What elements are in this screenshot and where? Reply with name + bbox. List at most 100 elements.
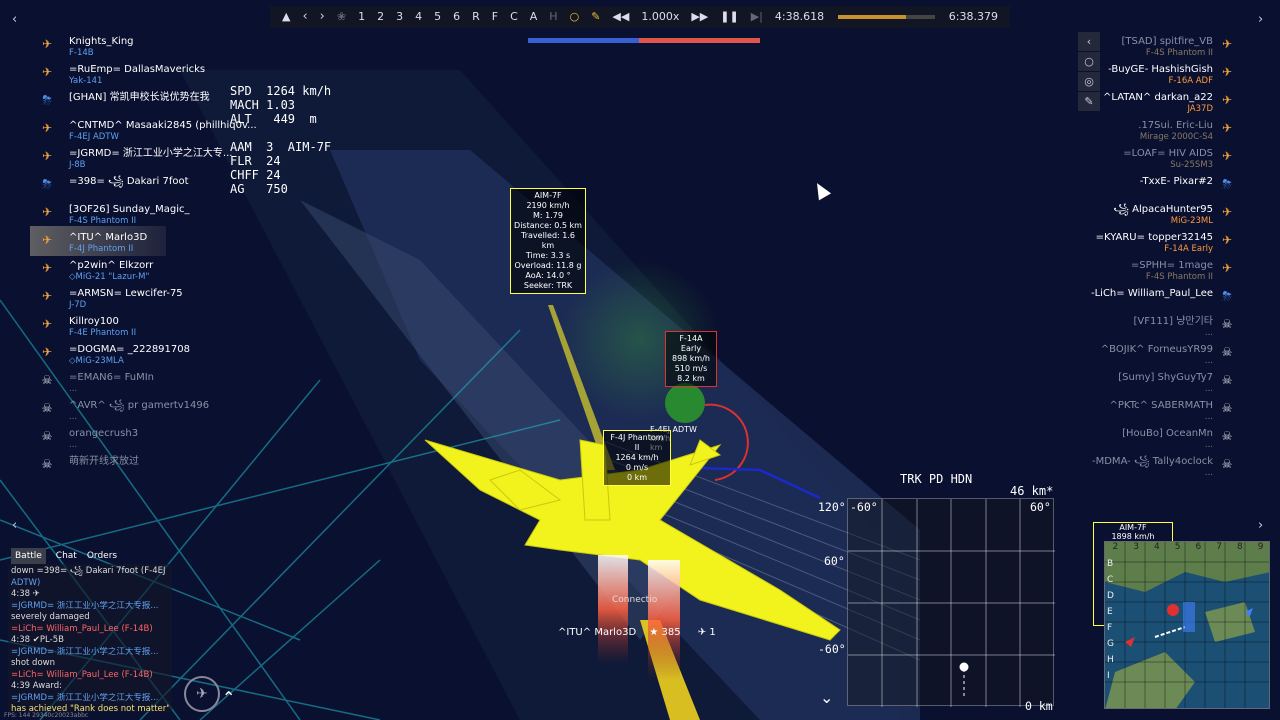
aircraft-icon: ✈: [1221, 261, 1233, 275]
crosshair-icon[interactable]: ✎: [585, 6, 606, 28]
player-row[interactable]: ☠ [VF111] 냥만기타...: [1080, 314, 1235, 342]
player-name: .17Sui. Eric-Liu: [1138, 120, 1213, 131]
player-row[interactable]: ☠ ^BOJIK^ ForneusYR99...: [1080, 342, 1235, 370]
spectated-player-name: ^ITU^ Marlo3D: [558, 627, 637, 638]
player-row[interactable]: ✈ =DOGMA= _222891708 ◇MiG-23MLA: [40, 342, 230, 370]
chat-log[interactable]: down =398= ꧁ Dakari 7foot (F-4EJ ADTW) 4:3…: [8, 564, 172, 712]
collapse-left-arrow-icon[interactable]: ‹: [12, 12, 17, 27]
player-row[interactable]: ✈ Killroy100 F-4E Phantom II: [40, 314, 230, 342]
marker-icon[interactable]: ○: [1078, 52, 1100, 71]
total-time: 6:38.379: [948, 10, 998, 23]
radar-range: 46 km*: [1010, 484, 1054, 498]
player-row[interactable]: ✈ ^CNTMD^ Masaaki2845 (phillhiq0v... F-4EJ…: [40, 118, 257, 146]
player-row[interactable]: ✈ ^ITU^ Marlo3D F-4J Phantom II: [40, 230, 230, 258]
camera-slot-3[interactable]: 3: [390, 6, 409, 28]
collapse-right-arrow-icon[interactable]: ›: [1258, 12, 1263, 27]
aircraft-view-icon[interactable]: ✈: [184, 676, 220, 712]
replay-timeline[interactable]: [838, 15, 935, 19]
player-row[interactable]: ⛈ -LiCh= William_Paul_Lee: [1080, 286, 1235, 314]
player-row[interactable]: ✈ =RuEmp= DallasMavericks Yak-141: [40, 62, 230, 90]
tag-line: 0 m/s: [625, 463, 649, 472]
player-name: [Sumy] ShyGuyTy7: [1118, 372, 1213, 383]
player-row[interactable]: ✈ =KYARU= topper32145 F-14A Early: [1080, 230, 1235, 258]
player-vehicle: F-14B: [69, 48, 94, 58]
connection-status: Connectio: [612, 595, 658, 605]
chevron-down-icon[interactable]: ⌄: [820, 688, 833, 707]
minimap-row-label: E: [1107, 607, 1113, 617]
hud-speed: SPD 1264 km/h: [230, 84, 332, 98]
player-row[interactable]: ☠ [Sumy] ShyGuyTy7...: [1080, 370, 1235, 398]
camera-slot-1[interactable]: 1: [352, 6, 371, 28]
player-row[interactable]: ☠ orangecrush3...: [40, 426, 230, 454]
camera-mode-a[interactable]: A: [524, 6, 544, 28]
right-panel-arrow-icon[interactable]: ›: [1258, 518, 1263, 533]
camera-slot-4[interactable]: 4: [409, 6, 428, 28]
skull-icon: ☠: [41, 429, 53, 443]
camera-mode-r[interactable]: R: [466, 6, 486, 28]
player-row[interactable]: ✈ =SPHH= 1mage F-4S Phantom II: [1080, 258, 1235, 286]
skull-icon: ☠: [41, 401, 53, 415]
radar-icon[interactable]: ◎: [1078, 72, 1100, 91]
step-forward-icon[interactable]: ▶|: [745, 6, 769, 28]
player-row[interactable]: ✈ .17Sui. Eric-Liu Mirage 2000C-S4: [1080, 118, 1235, 146]
next-arrow-icon[interactable]: ›: [314, 6, 331, 28]
parachute-icon: ⛈: [1222, 289, 1232, 303]
player-row[interactable]: ✈ [TSAD] spitfire_VB F-4S Phantom II: [1080, 34, 1235, 62]
radar-label-120: 120°: [818, 500, 846, 514]
blue-team-bar: [528, 38, 640, 43]
player-row[interactable]: ☠ 萌新开线求放过: [40, 454, 230, 482]
camera-slot-6[interactable]: 6: [447, 6, 466, 28]
player-row[interactable]: ⛈ =398= ꧁ Dakari 7foot: [40, 174, 230, 202]
left-panel-arrow-icon[interactable]: ‹: [12, 518, 17, 533]
player-name: =EMAN6= FuMIn: [69, 372, 155, 383]
aircraft-icon: ✈: [1221, 121, 1233, 135]
player-row[interactable]: ✈ =LOAF= HIV AIDS Su-25SM3: [1080, 146, 1235, 174]
player-row[interactable]: ✈ Knights_King F-14B: [40, 34, 230, 62]
hud-toggle-icon[interactable]: H: [543, 6, 563, 28]
player-row[interactable]: ✈ [3OF26] Sunday_Magic_ F-4S Phantom II: [40, 202, 230, 230]
minimap[interactable]: 2 3 4 5 6 7 8 9 BCDEFGHI: [1104, 541, 1270, 709]
marker-icon[interactable]: ○: [564, 6, 586, 28]
player-row[interactable]: ✈ ^p2win^ Elkzorr ◇MiG-21 "Lazur-M": [40, 258, 230, 286]
chat-line: =LiCh= William_Paul_Lee (F-14B): [11, 669, 153, 680]
brush-icon[interactable]: ✎: [1078, 92, 1100, 111]
player-vehicle: ...: [69, 440, 78, 450]
player-name: [TSAD] spitfire_VB: [1121, 36, 1213, 47]
player-vehicle: Mirage 2000C-S4: [1139, 132, 1213, 142]
player-row[interactable]: ☠ [HouBo] OceanMn...: [1080, 426, 1235, 454]
chevron-up-icon[interactable]: ⌃: [222, 688, 235, 707]
camera-icon[interactable]: ▲: [276, 6, 296, 28]
aircraft-filter-icon[interactable]: ❀: [331, 6, 352, 28]
player-row[interactable]: ✈ -BuyGE- HashishGish F-16A ADF: [1080, 62, 1235, 90]
player-row[interactable]: ✈ =ARMSN= Lewcifer-75 J-7D: [40, 286, 230, 314]
chat-tabs: Battle Chat Orders: [8, 548, 172, 564]
player-name: =398= ꧁ Dakari 7foot: [69, 176, 189, 187]
camera-mode-c[interactable]: C: [504, 6, 524, 28]
player-row[interactable]: ⛈ [GHAN] 常凯申校长说优势在我: [40, 90, 230, 118]
minimap-row-label: B: [1107, 559, 1114, 569]
player-row[interactable]: ☠ ^AVR^ ꧁ pr gamertv1496...: [40, 398, 230, 426]
player-row[interactable]: ✈ =JGRMD= 浙江工业小学之江大专... J-8B: [40, 146, 232, 174]
player-name: ꧁ AlpacaHunter95: [1113, 204, 1213, 215]
fast-forward-icon[interactable]: ▶▶: [685, 6, 714, 28]
camera-slot-5[interactable]: 5: [428, 6, 447, 28]
rewind-icon[interactable]: ◀◀: [606, 6, 635, 28]
player-vehicle: ...: [1204, 468, 1213, 478]
player-row[interactable]: ☠ ^PKTc^ SABERMATH...: [1080, 398, 1235, 426]
player-row[interactable]: ☠ =EMAN6= FuMIn...: [40, 370, 230, 398]
player-row[interactable]: ✈ ꧁ AlpacaHunter95 MiG-23ML: [1080, 202, 1235, 230]
collapse-arrow-icon[interactable]: ‹: [1078, 32, 1100, 51]
camera-slot-2[interactable]: 2: [371, 6, 390, 28]
player-row[interactable]: ✈ ^LATAN^ darkan_a22 JA37D: [1080, 90, 1235, 118]
pause-icon[interactable]: ❚❚: [714, 6, 744, 28]
tab-orders[interactable]: Orders: [87, 548, 117, 564]
player-row[interactable]: ⛈ -TxxE- Pixar#2: [1080, 174, 1235, 202]
camera-mode-f[interactable]: F: [486, 6, 504, 28]
tab-chat[interactable]: Chat: [56, 548, 77, 564]
minimap-tag-speed: 1898 km/h: [1111, 532, 1155, 541]
playback-speed[interactable]: 1.000x: [635, 6, 685, 28]
radar-label-top-left: -60°: [850, 500, 878, 514]
tab-battle[interactable]: Battle: [11, 548, 46, 564]
prev-arrow-icon[interactable]: ‹: [296, 6, 313, 28]
player-row[interactable]: ☠ -MDMA- ꧁ Tally4oclock...: [1080, 454, 1235, 482]
